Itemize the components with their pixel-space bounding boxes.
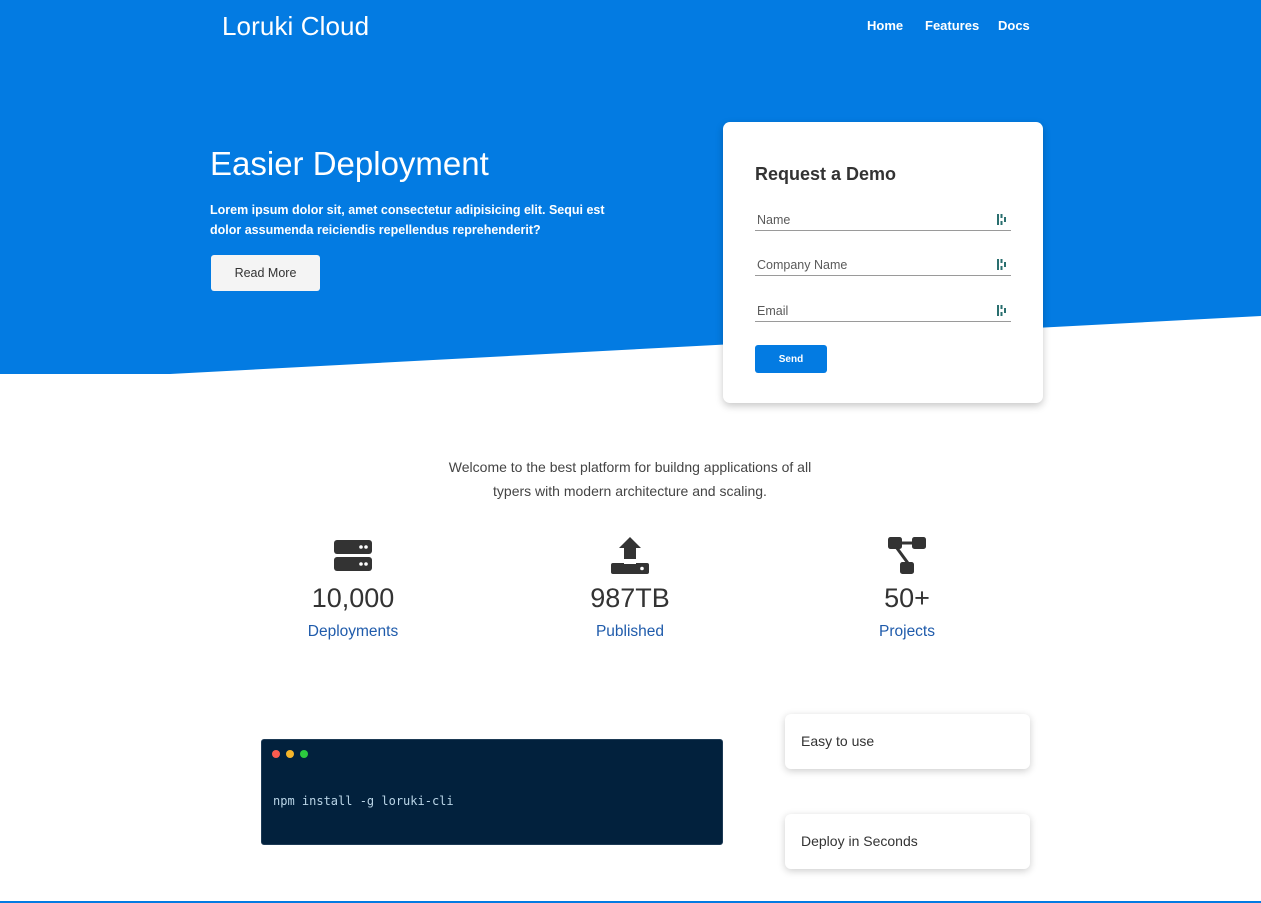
- request-demo-card: Request a Demo Send: [723, 122, 1043, 403]
- close-dot-icon: [272, 750, 280, 758]
- feature-label: Easy to use: [801, 733, 875, 749]
- email-input[interactable]: [755, 300, 1011, 322]
- welcome-text: Welcome to the best platform for buildng…: [448, 459, 812, 499]
- feature-card-easy: Easy to use: [785, 714, 1030, 769]
- feature-label: Deploy in Seconds: [801, 833, 918, 849]
- stat-label: Projects: [879, 623, 935, 640]
- nav-link-features[interactable]: Features: [925, 18, 979, 33]
- server-icon: [334, 540, 372, 571]
- nav-link-docs[interactable]: Docs: [998, 18, 1030, 33]
- stat-value: 10,000: [311, 583, 395, 613]
- terminal-window: npm install -g loruki-cli: [261, 739, 723, 845]
- minimize-dot-icon: [286, 750, 294, 758]
- stat-label: Deployments: [307, 623, 399, 640]
- maximize-dot-icon: [300, 750, 308, 758]
- feature-card-deploy: Deploy in Seconds: [785, 814, 1030, 869]
- autofill-icon[interactable]: [997, 259, 1007, 270]
- autofill-icon[interactable]: [997, 305, 1007, 316]
- read-more-button[interactable]: Read More: [211, 255, 320, 291]
- send-button[interactable]: Send: [755, 345, 827, 373]
- stat-projects: 50+ Projects: [807, 535, 1007, 641]
- navbar: Loruki Cloud Home Features Docs: [0, 0, 1261, 54]
- company-name-input[interactable]: [755, 254, 1011, 276]
- nav-link-home[interactable]: Home: [867, 18, 903, 33]
- stat-published: 987TB Published: [530, 535, 730, 641]
- autofill-icon[interactable]: [997, 214, 1007, 225]
- hero-title: Easier Deployment: [210, 145, 489, 182]
- stat-value: 50+: [884, 583, 930, 613]
- terminal-command: npm install -g loruki-cli: [273, 794, 454, 808]
- stat-deployments: 10,000 Deployments: [253, 535, 453, 641]
- project-diagram-icon: [888, 537, 926, 574]
- name-input[interactable]: [755, 209, 1011, 231]
- hero-background: [0, 0, 1261, 374]
- upload-icon: [611, 537, 649, 574]
- stat-value: 987TB: [590, 583, 670, 613]
- demo-form-title: Request a Demo: [755, 164, 897, 184]
- hero-text: Lorem ipsum dolor sit, amet consectetur …: [210, 203, 605, 237]
- logo[interactable]: Loruki Cloud: [222, 11, 369, 42]
- stat-label: Published: [595, 623, 665, 640]
